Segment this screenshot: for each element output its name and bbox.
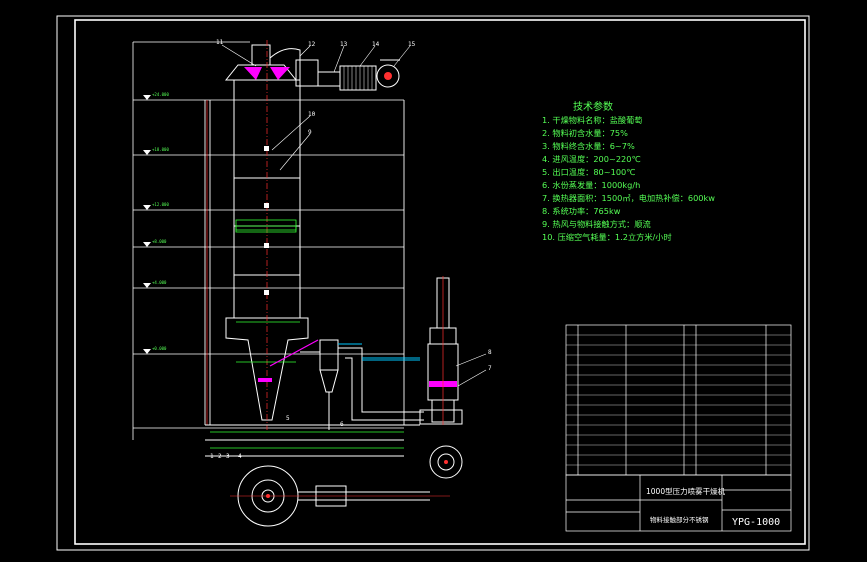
inner-frame (74, 19, 806, 545)
callout-6: 6 (340, 421, 344, 428)
param-10: 10. 压缩空气耗量：1.2立方米/小时 (542, 232, 672, 242)
param-5: 5. 出口温度：80~100℃ (542, 167, 635, 177)
elevation-labels: +24.000 +18.000 +12.000 +8.000 +4.000 +0… (152, 92, 169, 351)
tech-params-title: 技术参数 (573, 100, 613, 113)
elevation-triangles (143, 95, 151, 354)
heater-fins (343, 66, 373, 90)
fan-hub (384, 72, 392, 80)
callout-9: 9 (308, 129, 312, 136)
callout-2: 2 (218, 453, 222, 460)
param-2: 2. 物料初含水量：75% (542, 128, 628, 138)
svg-text:+8.000: +8.000 (152, 239, 167, 244)
title-product-name: 1000型压力喷雾干燥机 (646, 486, 726, 496)
svg-text:+4.000: +4.000 (152, 280, 167, 285)
plan-view (237, 445, 463, 527)
parts-list-table (565, 324, 792, 476)
svg-text:+0.000: +0.000 (152, 346, 167, 351)
svg-text:+24.000: +24.000 (152, 92, 169, 97)
param-6: 6. 水份蒸发量：1000kg/h (542, 180, 640, 190)
cyclone-separator (300, 339, 424, 430)
svg-text:+12.000: +12.000 (152, 202, 169, 207)
title-drawing-name: 物料接触部分不锈钢 (650, 515, 709, 524)
callout-15: 15 (408, 41, 416, 48)
callout-14: 14 (372, 41, 380, 48)
callout-5: 5 (286, 415, 290, 422)
svg-text:+18.000: +18.000 (152, 147, 169, 152)
param-7: 7. 换热器面积：1500㎡，电加热补偿：600kw (542, 193, 715, 203)
structure-columns (204, 100, 405, 425)
drawing-canvas: +24.000 +18.000 +12.000 +8.000 +4.000 +0… (56, 15, 810, 551)
param-1: 1. 干燥物料名称：盐酸葡萄 (542, 115, 642, 125)
param-4: 4. 进风温度：200~220℃ (542, 154, 641, 164)
callout-7: 7 (488, 365, 492, 372)
pump-stack (419, 277, 463, 425)
param-8: 8. 系统功率：765kw (542, 206, 621, 216)
foundation (205, 424, 420, 457)
callout-4: 4 (238, 453, 242, 460)
tower-sight-glasses (264, 146, 269, 295)
param-3: 3. 物料终含水量：6~7% (542, 141, 635, 151)
tech-params-list: 1. 干燥物料名称：盐酸葡萄 2. 物料初含水量：75% 3. 物料终含水量：6… (542, 115, 715, 242)
parts-list-rows (566, 334, 791, 466)
callout-8: 8 (488, 349, 492, 356)
callout-numbers: 11 12 13 14 15 10 9 8 7 6 5 4 3 2 1 (210, 39, 492, 460)
callout-3: 3 (226, 453, 230, 460)
callout-11: 11 (216, 39, 224, 46)
callout-leaders (221, 44, 487, 387)
callout-12: 12 (308, 41, 316, 48)
cad-drawing-sheet: +24.000 +18.000 +12.000 +8.000 +4.000 +0… (0, 0, 867, 562)
param-9: 9. 热风与物料接触方式：顺流 (542, 219, 651, 229)
title-drawing-number: YPG-1000 (732, 517, 780, 528)
callout-1: 1 (210, 453, 214, 460)
callout-10: 10 (308, 111, 316, 118)
callout-13: 13 (340, 41, 348, 48)
